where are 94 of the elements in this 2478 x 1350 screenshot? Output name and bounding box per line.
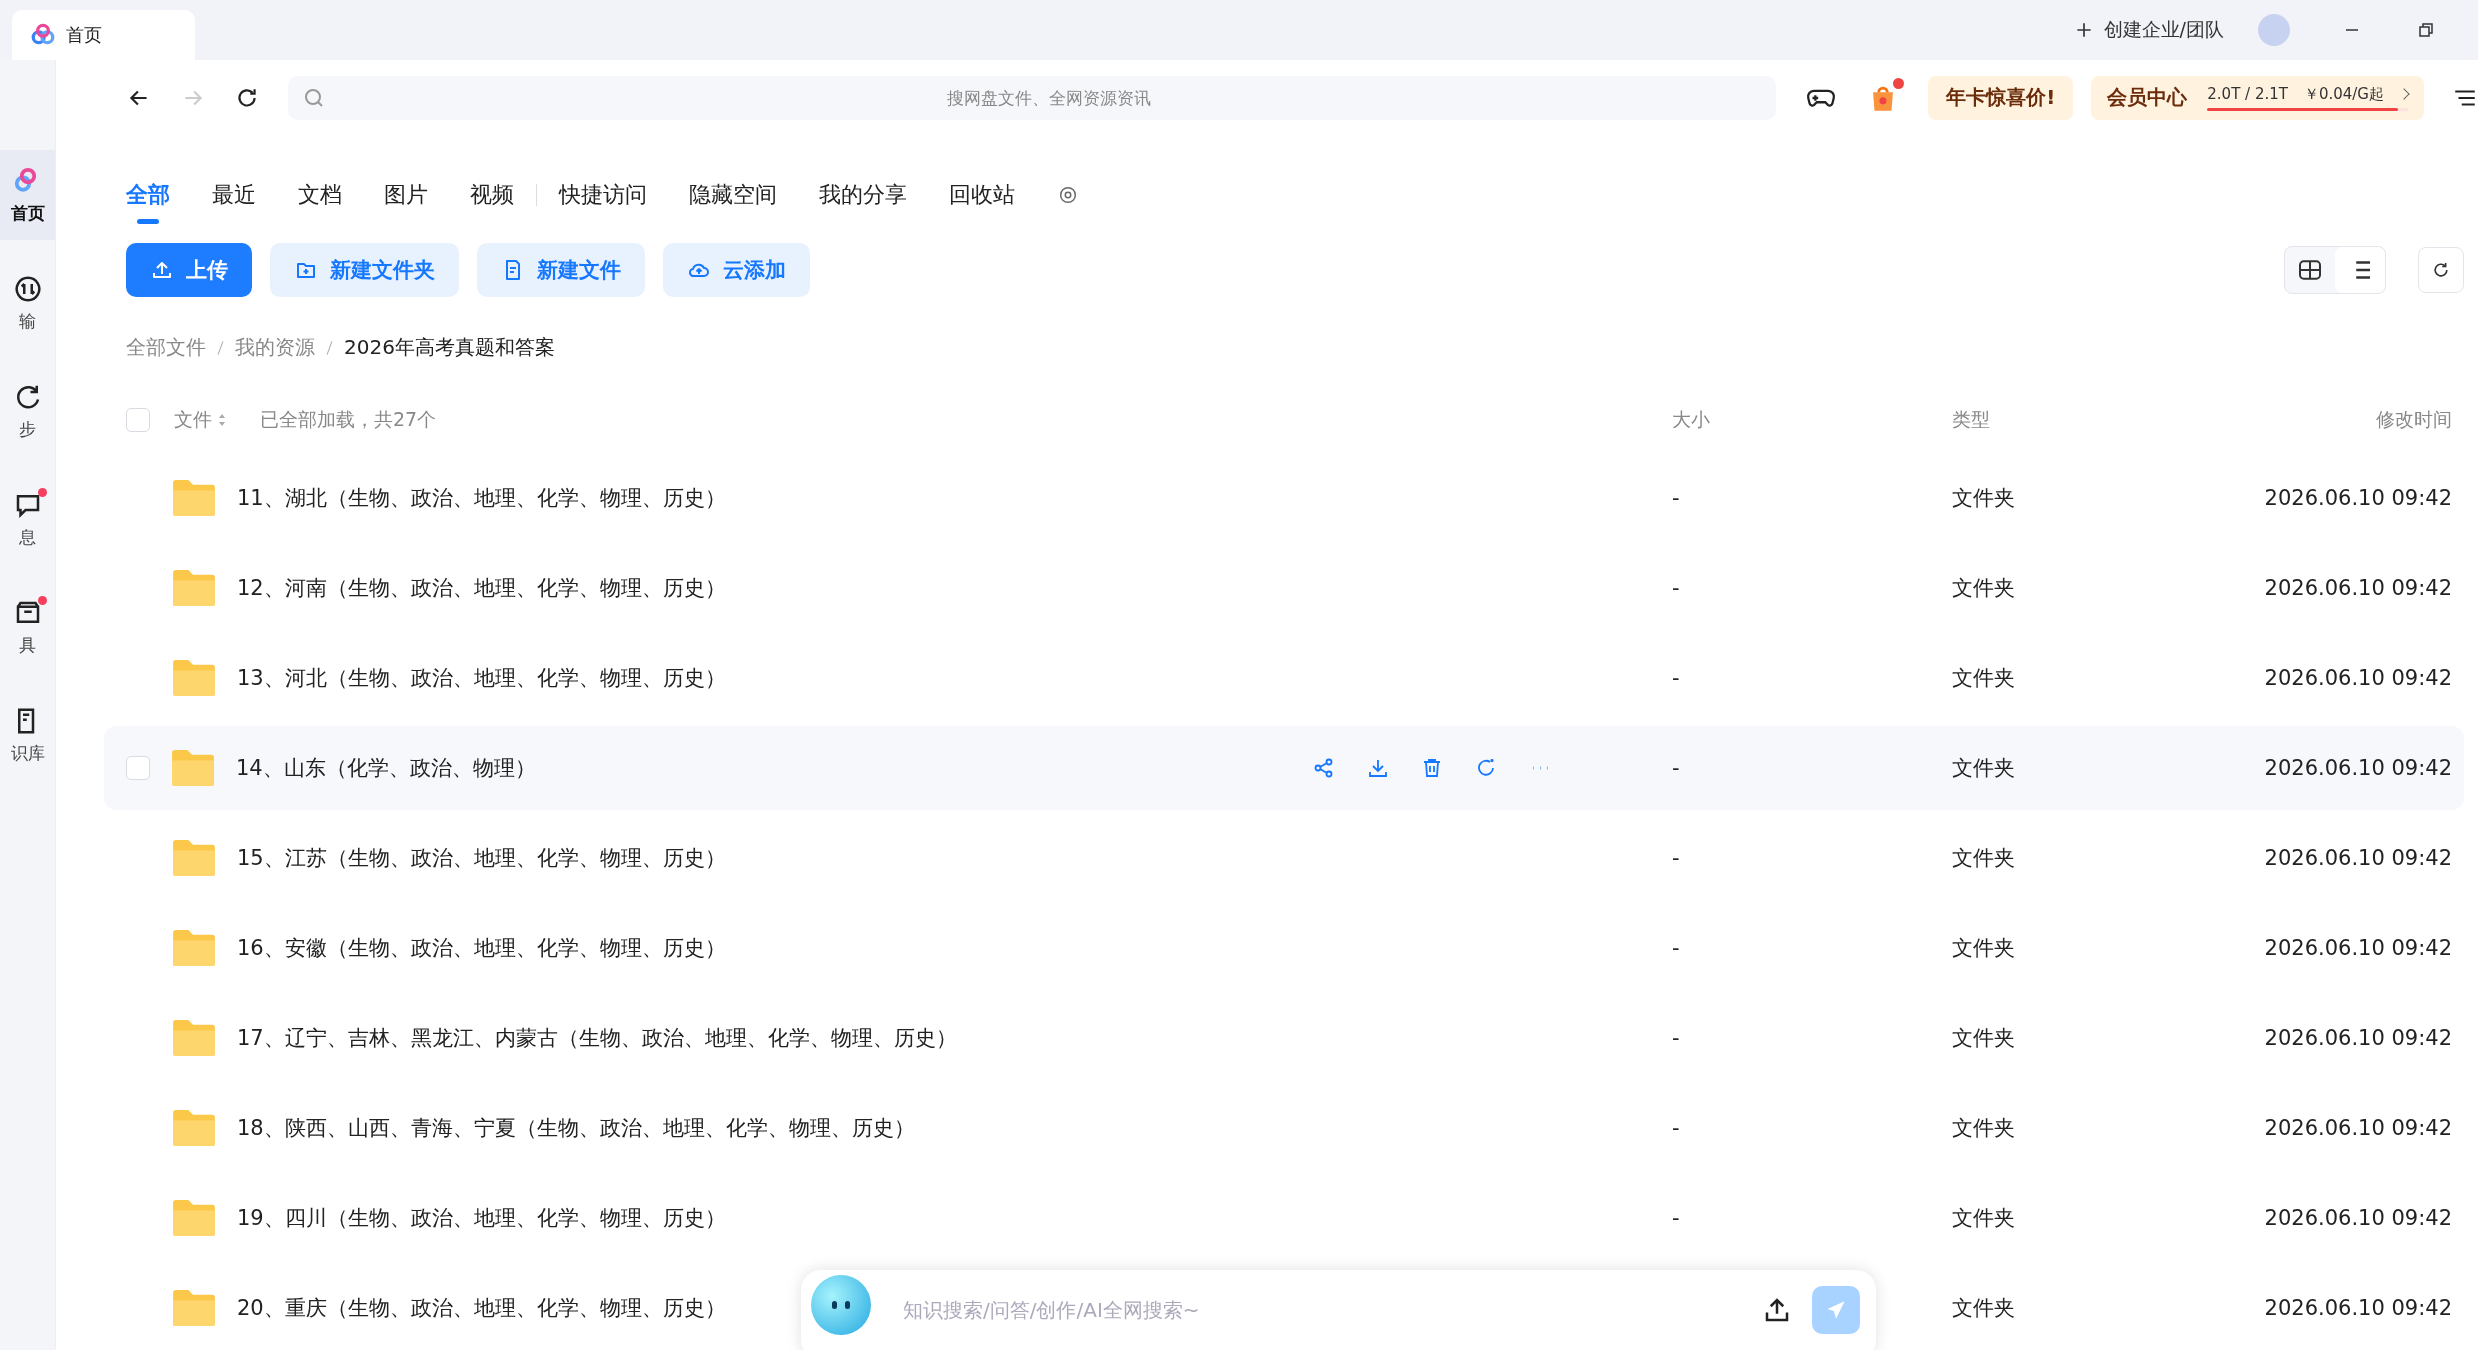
table-cell-text: 2026.06.10 09:42 (2263, 1116, 2453, 1140)
sidebar-item[interactable]: 输 (0, 258, 55, 348)
file-name[interactable]: 13、河北（生物、政治、地理、化学、物理、历史） (237, 664, 726, 692)
table-cell-text: 2026.06.10 09:42 (2263, 486, 2453, 510)
table-cell-text: 文件夹 (1952, 1025, 2016, 1052)
table-cell-text: 2026.06.10 09:42 (2263, 1206, 2453, 1230)
list-view-icon[interactable] (2335, 247, 2385, 293)
sidebar-item[interactable]: 首页 (0, 150, 55, 240)
create-team-button[interactable]: 创建企业/团队 (2067, 16, 2230, 44)
notification-dot (38, 596, 47, 605)
category-tab[interactable]: 视频 (470, 166, 514, 224)
sort-icon[interactable] (218, 413, 226, 427)
table-cell: - (1672, 1026, 1680, 1050)
file-name[interactable]: 18、陕西、山西、青海、宁夏（生物、政治、地理、化学、物理、历史） (237, 1114, 915, 1142)
table-cell-text: 2026.06.10 09:42 (2263, 936, 2453, 960)
category-tab[interactable]: 我的分享 (819, 166, 907, 224)
action-button[interactable]: 新建文件夹 (270, 243, 459, 297)
search-input[interactable]: 搜网盘文件、全网资源资讯 (336, 86, 1763, 109)
table-cell-text: 文件夹 (1952, 485, 2016, 512)
column-header[interactable]: 修改时间 (2212, 407, 2464, 433)
folder-icon (171, 1109, 217, 1147)
table-cell: - (1672, 1206, 1680, 1230)
price-text: ￥0.04/G起 (2303, 84, 2384, 104)
mascot-icon (811, 1275, 871, 1335)
file-name[interactable]: 17、辽宁、吉林、黑龙江、内蒙古（生物、政治、地理、化学、物理、历史） (237, 1024, 957, 1052)
table-cell-text: 2026.06.10 09:42 (2263, 1026, 2453, 1050)
sidebar-item[interactable]: 识库 (0, 690, 55, 780)
vip-label: 会员中心 (2107, 84, 2188, 111)
table-cell: - (1672, 486, 1680, 510)
column-header: 类型 (1952, 407, 1991, 432)
folder-icon (171, 1019, 217, 1057)
table-cell: - (1672, 576, 1680, 600)
vip-center-button[interactable]: 会员中心 2.0T / 2.1T ￥0.04/G起 (2091, 75, 2424, 120)
table-cell: - (1672, 846, 1680, 870)
sidebar-item[interactable]: 息 (0, 474, 55, 564)
file-name[interactable]: 15、江苏（生物、政治、地理、化学、物理、历史） (237, 844, 726, 872)
promo-button[interactable]: 年卡惊喜价! (1928, 75, 2074, 120)
sidebar-item[interactable]: 具 (0, 582, 55, 672)
checkbox[interactable] (126, 408, 150, 432)
category-tab[interactable]: 快捷访问 (559, 166, 647, 224)
notification-dot (38, 488, 47, 497)
table-cell-text: 文件夹 (1952, 575, 2016, 602)
table-cell-text: 2026.06.10 09:42 (2263, 666, 2453, 690)
column-header[interactable]: 文件 (174, 407, 212, 433)
file-name[interactable]: 16、安徽（生物、政治、地理、化学、物理、历史） (237, 934, 726, 962)
settings-icon[interactable] (1057, 184, 1079, 206)
folder-icon (171, 659, 217, 697)
folder-icon (171, 1199, 217, 1237)
column-header: 大小 (1672, 407, 1711, 432)
refresh-button[interactable] (2418, 247, 2464, 293)
table-cell: - (1672, 1116, 1680, 1140)
file-name[interactable]: 11、湖北（生物、政治、地理、化学、物理、历史） (237, 484, 726, 512)
action-button[interactable]: 上传 (126, 243, 252, 297)
category-tab[interactable]: 最近 (212, 166, 256, 224)
action-button[interactable]: 云添加 (663, 243, 810, 297)
sidebar-item[interactable]: 步 (0, 366, 55, 456)
breadcrumb-item[interactable]: 我的资源 (235, 334, 315, 361)
load-status: 已全部加载，共27个 (260, 407, 438, 432)
file-name[interactable]: 12、河南（生物、政治、地理、化学、物理、历史） (237, 574, 726, 602)
folder-icon (171, 929, 217, 967)
category-tab[interactable]: 隐藏空间 (689, 166, 777, 224)
category-tab[interactable]: 全部 (126, 166, 170, 224)
file-name[interactable]: 20、重庆（生物、政治、地理、化学、物理、历史） (237, 1294, 726, 1322)
table-cell-text: 文件夹 (1952, 1115, 2016, 1142)
action-button[interactable]: 新建文件 (477, 243, 645, 297)
table-cell-text: 2026.06.10 09:42 (2263, 846, 2453, 870)
search-field[interactable]: 搜网盘文件、全网资源资讯 (288, 75, 1777, 120)
storage-usage: 2.0T / 2.1T (2207, 85, 2288, 103)
category-tab[interactable]: 文档 (298, 166, 342, 224)
folder-icon (171, 569, 217, 607)
window-tab[interactable]: 首页 (12, 10, 195, 60)
table-cell-text: 文件夹 (1952, 935, 2016, 962)
table-cell: - (1672, 936, 1680, 960)
table-cell-text: 文件夹 (1952, 755, 2016, 782)
table-cell-text: 2026.06.10 09:42 (2263, 1296, 2453, 1320)
folder-icon (171, 1289, 217, 1327)
table-cell-text: 2026.06.10 09:42 (2263, 576, 2453, 600)
table-cell-text: 文件夹 (1952, 665, 2016, 692)
file-name[interactable]: 14、山东（化学、政治、物理） (236, 754, 536, 782)
category-tab[interactable]: 回收站 (949, 166, 1015, 224)
folder-icon (170, 749, 216, 787)
category-tab[interactable]: 图片 (384, 166, 428, 224)
table-cell-text: 文件夹 (1952, 1205, 2016, 1232)
checkbox[interactable] (126, 756, 150, 780)
table-cell: - (1672, 666, 1680, 690)
folder-icon (171, 479, 217, 517)
table-cell-text: 2026.06.10 09:42 (2263, 756, 2453, 780)
breadcrumb-item[interactable]: 全部文件 (126, 334, 206, 361)
table-cell: - (1672, 756, 1680, 780)
table-cell-text: 文件夹 (1952, 1295, 2016, 1322)
breadcrumb-item[interactable]: 2026年高考真题和答案 (344, 334, 555, 361)
table-cell-text: 文件夹 (1952, 845, 2016, 872)
folder-icon (171, 839, 217, 877)
file-name[interactable]: 19、四川（生物、政治、地理、化学、物理、历史） (237, 1204, 726, 1232)
